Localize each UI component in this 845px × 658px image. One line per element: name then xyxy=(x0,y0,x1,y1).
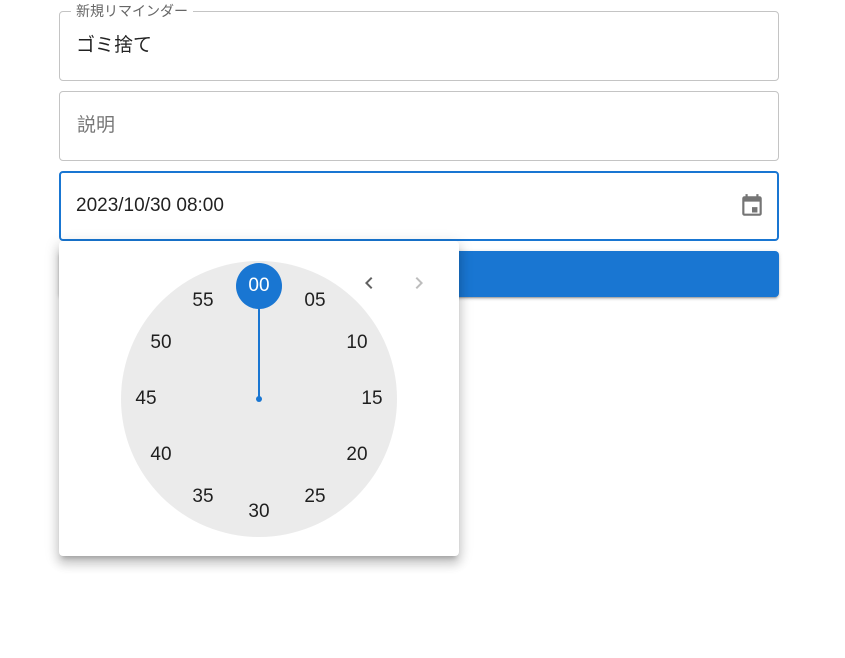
description-field[interactable]: 説明 xyxy=(59,91,779,161)
title-field-value[interactable]: ゴミ捨て xyxy=(76,34,152,58)
clock-minute-20[interactable]: 20 xyxy=(339,443,375,467)
title-field[interactable]: 新規リマインダー ゴミ捨て xyxy=(59,3,779,81)
clock-minute-15[interactable]: 15 xyxy=(354,387,390,411)
clock-minute-00[interactable]: 00 xyxy=(241,274,277,298)
datetime-field-value[interactable]: 2023/10/30 08:00 xyxy=(76,194,224,218)
clock-minute-25[interactable]: 25 xyxy=(297,485,333,509)
reminder-form-page: 新規リマインダー ゴミ捨て 説明 2023/10/30 08:00 00 05 … xyxy=(0,0,845,658)
clock-minute-55[interactable]: 55 xyxy=(185,289,221,313)
clock-minute-50[interactable]: 50 xyxy=(143,331,179,355)
clock-minute-35[interactable]: 35 xyxy=(185,485,221,509)
clock-minute-40[interactable]: 40 xyxy=(143,443,179,467)
datetime-field[interactable]: 2023/10/30 08:00 xyxy=(59,171,779,241)
clock-minute-10[interactable]: 10 xyxy=(339,331,375,355)
chevron-left-icon[interactable] xyxy=(357,271,381,295)
clock-minute-05[interactable]: 05 xyxy=(297,289,333,313)
time-picker-popover: 00 05 10 15 20 25 30 35 40 45 50 55 xyxy=(59,241,459,556)
calendar-icon[interactable] xyxy=(739,193,765,219)
minute-clock[interactable]: 00 05 10 15 20 25 30 35 40 45 50 55 xyxy=(121,261,397,537)
clock-minute-30[interactable]: 30 xyxy=(241,500,277,524)
description-field-placeholder[interactable]: 説明 xyxy=(77,114,115,138)
clock-minute-45[interactable]: 45 xyxy=(128,387,164,411)
chevron-right-icon[interactable] xyxy=(407,271,431,295)
title-field-label: 新規リマインダー xyxy=(71,3,193,19)
clock-hand[interactable] xyxy=(258,305,260,399)
